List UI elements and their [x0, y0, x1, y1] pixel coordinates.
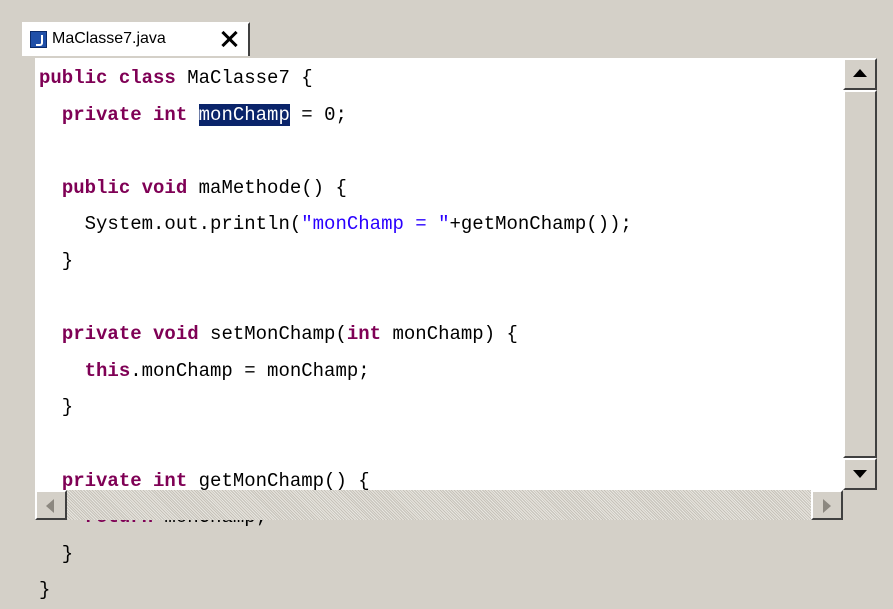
code-token: getMonChamp() {	[187, 469, 370, 492]
code-token: }	[39, 396, 74, 419]
arrow-down-icon	[853, 470, 867, 478]
tab-label: MaClasse7.java	[52, 30, 166, 47]
code-token: }	[39, 249, 74, 272]
code-line[interactable]: public class MaClasse7 {	[39, 60, 632, 97]
code-line[interactable]: }	[39, 572, 632, 609]
arrow-up-icon	[853, 69, 867, 77]
scroll-right-button[interactable]	[811, 490, 843, 520]
vertical-scroll-thumb[interactable]	[843, 90, 877, 458]
code-line[interactable]: private void setMonChamp(int monChamp) {	[39, 316, 632, 353]
code-token: }	[39, 542, 74, 565]
scroll-up-button[interactable]	[843, 58, 877, 90]
java-file-icon	[30, 31, 47, 48]
code-token: = 0;	[289, 103, 347, 126]
code-line[interactable]: private int monChamp = 0;	[39, 97, 632, 134]
code-token: MaClasse7 {	[175, 67, 313, 89]
code-line[interactable]: this.monChamp = monChamp;	[39, 353, 632, 390]
code-line[interactable]: }	[39, 243, 632, 280]
code-text[interactable]: public class MaClasse7 { private int mon…	[39, 60, 632, 609]
scrollbar-corner	[843, 490, 893, 520]
code-token: +getMonChamp());	[449, 213, 632, 236]
scroll-left-button[interactable]	[35, 490, 67, 520]
arrow-left-icon	[46, 499, 54, 513]
code-editor[interactable]: public class MaClasse7 { private int mon…	[35, 58, 843, 601]
close-icon[interactable]	[218, 27, 242, 51]
code-line[interactable]: }	[39, 389, 632, 426]
code-token: monChamp) {	[381, 323, 518, 346]
vertical-scrollbar[interactable]	[843, 58, 877, 490]
keyword-token: private void	[61, 323, 199, 346]
scroll-down-button[interactable]	[843, 458, 877, 490]
keyword-token: private int	[61, 103, 188, 126]
window-frame-left	[0, 12, 5, 520]
keyword-token: public void	[61, 176, 188, 199]
keyword-token: int	[346, 323, 382, 346]
code-line[interactable]: public void maMethode() {	[39, 170, 632, 207]
code-token: }	[39, 579, 51, 602]
keyword-token: this	[84, 359, 131, 382]
code-token: .monChamp = monChamp;	[130, 359, 370, 382]
window-frame-top	[0, 0, 893, 12]
window-frame-right	[877, 58, 893, 490]
selected-text: monChamp	[198, 103, 290, 126]
keyword-token: public class	[39, 67, 176, 89]
code-line[interactable]: ​	[39, 280, 632, 317]
code-line[interactable]: System.out.println("monChamp = "+getMonC…	[39, 206, 632, 243]
arrow-right-icon	[823, 499, 831, 513]
code-line[interactable]: ​	[39, 133, 632, 170]
string-token: "monChamp = "	[301, 213, 450, 236]
code-token: setMonChamp(	[198, 323, 347, 346]
horizontal-scrollbar[interactable]	[35, 490, 843, 520]
keyword-token: private int	[61, 469, 188, 492]
code-token: System.out.println(	[39, 213, 302, 236]
code-line[interactable]: ​	[39, 426, 632, 463]
code-line[interactable]: }	[39, 536, 632, 573]
code-token: maMethode() {	[187, 176, 347, 199]
editor-tab[interactable]: MaClasse7.java	[22, 22, 250, 56]
